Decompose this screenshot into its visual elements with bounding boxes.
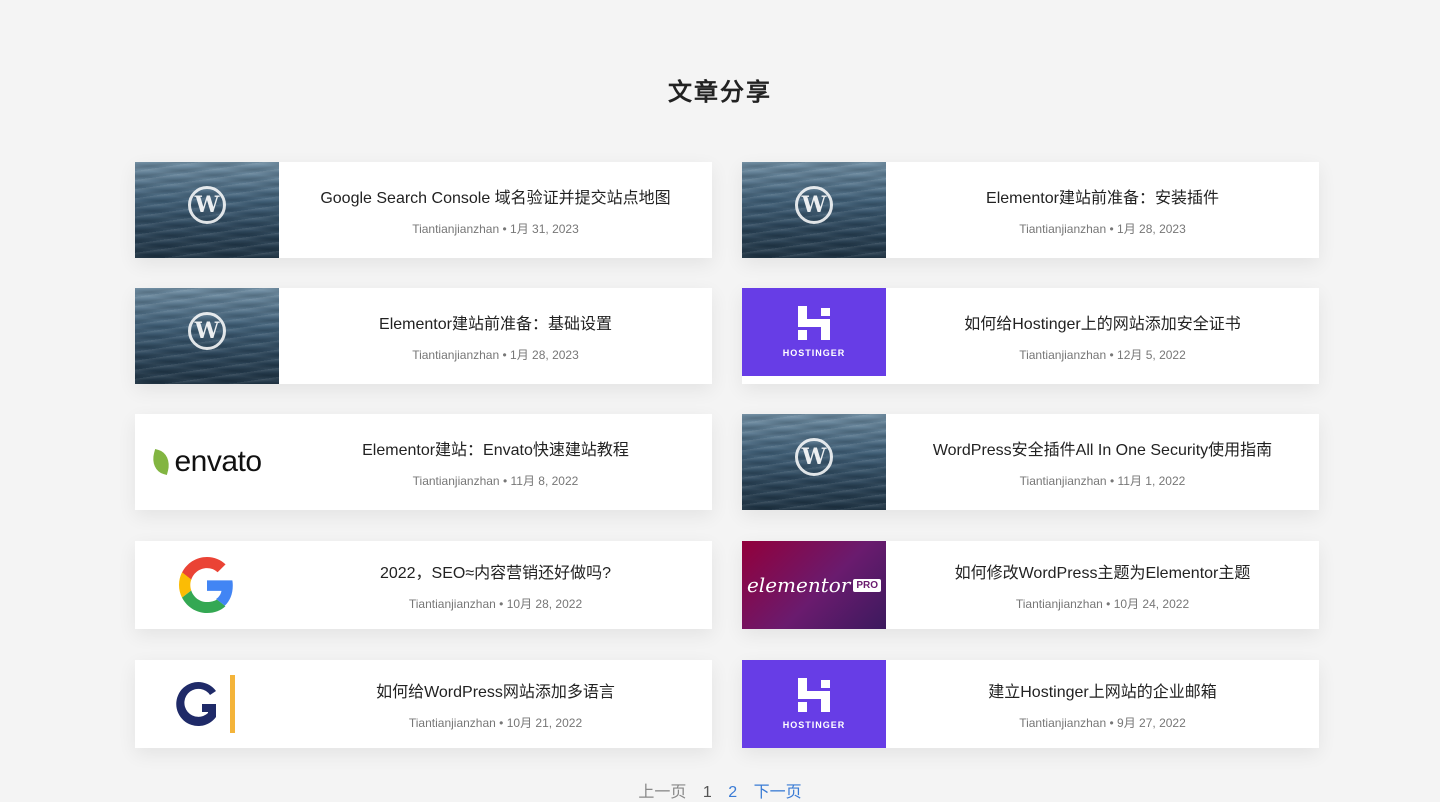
post-date: 10月 28, 2022 <box>506 596 583 611</box>
meta-separator: • <box>499 596 504 611</box>
post-author[interactable]: Tiantianjianzhan <box>1019 716 1106 730</box>
meta-separator: • <box>499 715 504 730</box>
post-card[interactable]: W Google Search Console 域名验证并提交站点地图 Tian… <box>135 162 712 258</box>
pagination-next[interactable]: 下一页 <box>754 784 802 801</box>
wordpress-logo-icon: W <box>188 312 226 351</box>
meta-separator: • <box>1109 715 1114 730</box>
google-g-icon <box>179 557 233 613</box>
post-thumbnail[interactable] <box>135 541 279 629</box>
wordpress-logo-icon: W <box>795 186 833 225</box>
hostinger-icon <box>798 306 830 340</box>
post-author[interactable]: Tiantianjianzhan <box>1019 348 1106 362</box>
hostinger-label: HOSTINGER <box>782 720 846 730</box>
post-date: 1月 28, 2023 <box>510 347 579 362</box>
meta-separator: • <box>1106 596 1111 611</box>
post-author[interactable]: Tiantianjianzhan <box>413 474 500 488</box>
post-thumbnail[interactable]: W <box>135 288 279 384</box>
pagination-page-1[interactable]: 1 <box>703 784 712 801</box>
post-title[interactable]: WordPress安全插件All In One Security使用指南 <box>933 436 1272 460</box>
post-date: 1月 31, 2023 <box>510 221 579 236</box>
post-title[interactable]: 如何修改WordPress主题为Elementor主题 <box>955 559 1251 583</box>
post-meta: Tiantianjianzhan • 10月 28, 2022 <box>409 595 582 612</box>
post-meta: Tiantianjianzhan • 10月 24, 2022 <box>1016 595 1189 612</box>
post-author[interactable]: Tiantianjianzhan <box>409 597 496 611</box>
post-thumbnail[interactable]: HOSTINGER <box>742 660 886 748</box>
post-date: 9月 27, 2022 <box>1117 715 1186 730</box>
post-title[interactable]: Elementor建站前准备：基础设置 <box>379 310 612 334</box>
meta-separator: • <box>1109 221 1114 236</box>
pagination-prev[interactable]: 上一页 <box>638 784 686 801</box>
meta-separator: • <box>502 221 507 236</box>
post-thumbnail[interactable]: W <box>135 162 279 258</box>
post-title[interactable]: Elementor建站：Envato快速建站教程 <box>362 436 629 460</box>
post-title[interactable]: Elementor建站前准备：安装插件 <box>986 184 1219 208</box>
post-card[interactable]: 如何给WordPress网站添加多语言 Tiantianjianzhan • 1… <box>135 660 712 748</box>
post-author[interactable]: Tiantianjianzhan <box>409 716 496 730</box>
post-card[interactable]: elementor PRO 如何修改WordPress主题为Elementor主… <box>742 541 1319 629</box>
post-title[interactable]: 如何给WordPress网站添加多语言 <box>376 678 615 702</box>
post-author[interactable]: Tiantianjianzhan <box>1016 597 1103 611</box>
post-meta: Tiantianjianzhan • 11月 1, 2022 <box>1020 472 1186 489</box>
hostinger-label: HOSTINGER <box>782 348 846 358</box>
pagination-page-2[interactable]: 2 <box>728 784 737 801</box>
post-thumbnail[interactable]: elementor PRO <box>742 541 886 629</box>
post-date: 11月 1, 2022 <box>1117 473 1186 488</box>
hostinger-icon <box>798 678 830 712</box>
post-title[interactable]: 2022，SEO≈内容营销还好做吗? <box>380 559 611 583</box>
post-author[interactable]: Tiantianjianzhan <box>1020 474 1107 488</box>
envato-leaf-icon <box>149 449 173 475</box>
post-date: 12月 5, 2022 <box>1117 347 1186 362</box>
post-card[interactable]: HOSTINGER 建立Hostinger上网站的企业邮箱 Tiantianji… <box>742 660 1319 748</box>
page-title: 文章分享 <box>668 79 772 106</box>
post-meta: Tiantianjianzhan • 11月 8, 2022 <box>413 472 579 489</box>
post-date: 11月 8, 2022 <box>510 473 579 488</box>
post-meta: Tiantianjianzhan • 9月 27, 2022 <box>1019 714 1186 731</box>
hostinger-logo: HOSTINGER <box>742 288 886 376</box>
post-thumbnail[interactable]: HOSTINGER <box>742 288 886 384</box>
post-meta: Tiantianjianzhan • 12月 5, 2022 <box>1019 346 1186 363</box>
meta-separator: • <box>1109 347 1114 362</box>
post-author[interactable]: Tiantianjianzhan <box>412 348 499 362</box>
post-meta: Tiantianjianzhan • 1月 28, 2023 <box>1019 220 1186 237</box>
meta-separator: • <box>1109 473 1115 488</box>
wordpress-logo-icon: W <box>795 438 833 477</box>
post-title[interactable]: 如何给Hostinger上的网站添加安全证书 <box>964 310 1240 334</box>
wordpress-logo-icon: W <box>188 186 226 225</box>
post-card[interactable]: W Elementor建站前准备：基础设置 Tiantianjianzhan •… <box>135 288 712 384</box>
elementor-logo: elementor <box>746 573 851 597</box>
post-date: 1月 28, 2023 <box>1117 221 1186 236</box>
post-meta: Tiantianjianzhan • 1月 31, 2023 <box>412 220 579 237</box>
post-title[interactable]: 建立Hostinger上网站的企业邮箱 <box>988 678 1216 702</box>
post-author[interactable]: Tiantianjianzhan <box>412 222 499 236</box>
post-title[interactable]: Google Search Console 域名验证并提交站点地图 <box>320 184 670 208</box>
meta-separator: • <box>502 347 507 362</box>
post-thumbnail[interactable]: W <box>742 414 886 510</box>
post-author[interactable]: Tiantianjianzhan <box>1019 222 1106 236</box>
post-card[interactable]: HOSTINGER 如何给Hostinger上的网站添加安全证书 Tiantia… <box>742 288 1319 384</box>
post-date: 10月 24, 2022 <box>1113 596 1190 611</box>
post-card[interactable]: 2022，SEO≈内容营销还好做吗? Tiantianjianzhan • 10… <box>135 541 712 629</box>
pro-badge: PRO <box>853 578 882 592</box>
post-thumbnail[interactable]: W <box>742 162 886 258</box>
meta-separator: • <box>502 473 508 488</box>
gtranslate-logo-icon <box>176 675 235 733</box>
post-date: 10月 21, 2022 <box>506 715 583 730</box>
pagination: 上一页 1 2 下一页 <box>0 778 1440 802</box>
post-card[interactable]: envato Elementor建站：Envato快速建站教程 Tiantian… <box>135 414 712 510</box>
post-meta: Tiantianjianzhan • 10月 21, 2022 <box>409 714 582 731</box>
post-meta: Tiantianjianzhan • 1月 28, 2023 <box>412 346 579 363</box>
post-thumbnail[interactable]: envato <box>135 414 279 510</box>
envato-logo: envato <box>149 445 262 479</box>
post-card[interactable]: W WordPress安全插件All In One Security使用指南 T… <box>742 414 1319 510</box>
post-card[interactable]: W Elementor建站前准备：安装插件 Tiantianjianzhan •… <box>742 162 1319 258</box>
post-thumbnail[interactable] <box>135 660 279 748</box>
